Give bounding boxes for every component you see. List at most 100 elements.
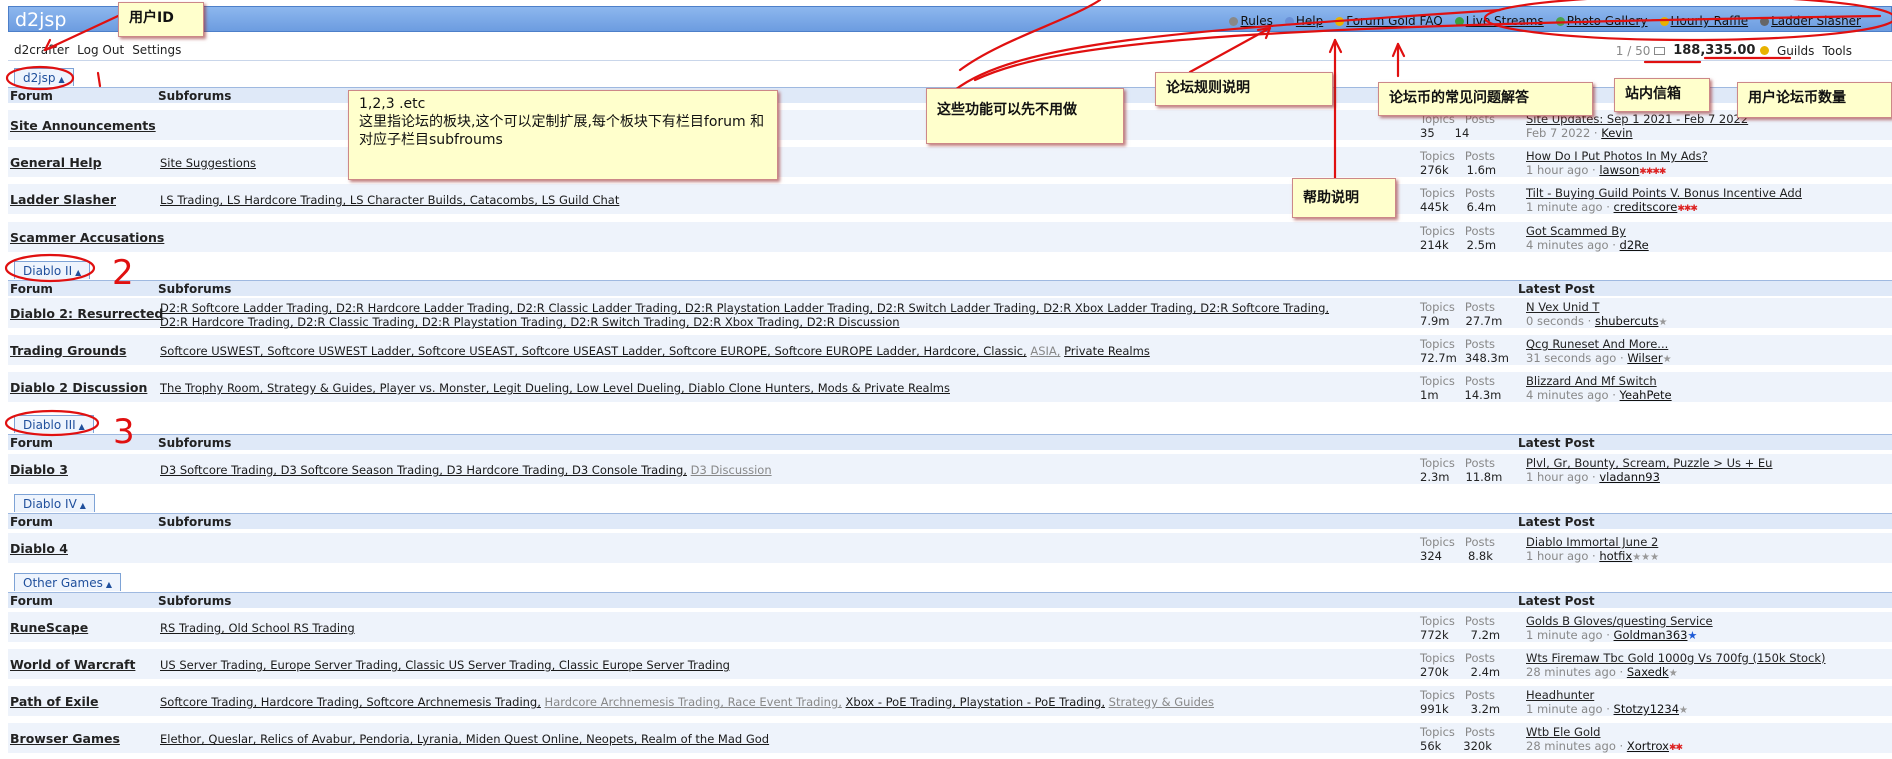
latest-post-user[interactable]: YeahPete	[1620, 388, 1672, 402]
live-streams-link[interactable]: Live Streams	[1454, 14, 1544, 28]
forum-stats: Topics Posts 772k 7.2m	[1420, 614, 1501, 642]
col-forum: Forum	[10, 282, 53, 296]
mail-icon	[1654, 47, 1666, 55]
latest-post-title[interactable]: Wts Firemaw Tbc Gold 1000g Vs 700fg (150…	[1526, 651, 1826, 665]
latest-post: Got Scammed By 4 minutes ago · d2Re	[1526, 224, 1649, 252]
latest-post-user[interactable]: Goldman363	[1614, 628, 1688, 642]
latest-post-user[interactable]: Stotzy1234	[1614, 702, 1679, 716]
latest-post-title[interactable]: Qcg Runeset And More...	[1526, 337, 1672, 351]
latest-post-title[interactable]: Diablo Immortal June 2	[1526, 535, 1659, 549]
rules-link[interactable]: Rules	[1229, 14, 1273, 28]
forum-link[interactable]: World of Warcraft	[10, 657, 135, 672]
star-icon: ★	[1662, 354, 1672, 365]
forum-link[interactable]: Ladder Slasher	[10, 192, 116, 207]
subforum-links[interactable]: Elethor, Queslar, Relics of Avabur, Pend…	[160, 732, 1410, 746]
forum-link[interactable]: Trading Grounds	[10, 343, 126, 358]
latest-post-title[interactable]: Wtb Ele Gold	[1526, 725, 1682, 739]
forum-link[interactable]: General Help	[10, 155, 102, 170]
forum-row: Path of Exile Softcore Trading, Hardcore…	[8, 686, 1892, 717]
subforum-links[interactable]: The Trophy Room, Strategy & Guides, Play…	[160, 381, 1410, 395]
latest-post-user[interactable]: shubercuts	[1595, 314, 1659, 328]
forum-row: RuneScape RS Trading, Old School RS Trad…	[8, 612, 1892, 643]
latest-post: Golds B Gloves/questing Service 1 minute …	[1526, 614, 1713, 642]
forum-link[interactable]: Browser Games	[10, 731, 120, 746]
subforum-links[interactable]: LS Trading, LS Hardcore Trading, LS Char…	[160, 193, 1410, 207]
forum-link[interactable]: Diablo 3	[10, 462, 68, 477]
section-tab-other-games[interactable]: Other Games ▲	[14, 573, 122, 591]
forum-row: Trading Grounds Softcore USWEST, Softcor…	[8, 335, 1892, 366]
latest-post-user[interactable]: vladann93	[1599, 470, 1660, 484]
forum-link[interactable]: Diablo 2 Discussion	[10, 380, 147, 395]
star-icon: ★	[1668, 668, 1678, 679]
username-link[interactable]: d2crafter	[14, 43, 69, 57]
section-tab-diablo-iii[interactable]: Diablo III ▲	[14, 415, 94, 433]
latest-post: N Vex Unid T0 seconds · shubercuts★	[1526, 300, 1668, 328]
note-gold-faq: 论坛币的常见问题解答	[1378, 82, 1593, 116]
latest-post-user[interactable]: Kevin	[1601, 126, 1632, 140]
latest-post-user[interactable]: Xortrox	[1627, 739, 1669, 753]
rules-icon	[1229, 16, 1239, 26]
gold-balance[interactable]: 188,335.00	[1673, 43, 1769, 58]
latest-post-title[interactable]: Got Scammed By	[1526, 224, 1649, 238]
latest-post-title[interactable]: How Do I Put Photos In My Ads?	[1526, 149, 1708, 163]
forum-link[interactable]: Diablo 2: Resurrected	[10, 306, 163, 321]
latest-post-title[interactable]: Tilt - Buying Guild Points V. Bonus Ince…	[1526, 186, 1802, 200]
guilds-link[interactable]: Guilds	[1777, 44, 1814, 58]
logout-link[interactable]: Log Out	[77, 43, 124, 57]
latest-post: Headhunter 1 minute ago · Stotzy1234★	[1526, 688, 1688, 716]
forum-stats: Topics Posts 445k 6.4m	[1420, 186, 1497, 214]
collapse-icon[interactable]: ▲	[58, 75, 64, 84]
latest-post: Diablo Immortal June 21 hour ago · hotfi…	[1526, 535, 1660, 563]
latest-post: Site Updates: Sep 1 2021 - Feb 7 2022 Feb…	[1526, 112, 1749, 140]
forum-row: Ladder Slasher LS Trading, LS Hardcore T…	[8, 184, 1892, 215]
collapse-icon[interactable]: ▲	[75, 268, 81, 277]
forum-stats: Topics Posts 991k 3.2m	[1420, 688, 1501, 716]
subforum-links[interactable]: D2:R Softcore Ladder Trading, D2:R Hardc…	[160, 301, 1410, 329]
user-bar: d2crafter Log Out Settings 1 / 50 188,33…	[8, 39, 1892, 61]
latest-post-user[interactable]: Saxedk	[1627, 665, 1669, 679]
hourly-raffle-link[interactable]: Hourly Raffle	[1659, 14, 1748, 28]
section-tab-d2jsp[interactable]: d2jsp ▲	[14, 68, 74, 86]
latest-post: Blizzard And Mf Switch 4 minutes ago · Ye…	[1526, 374, 1672, 402]
subforum-links[interactable]: Softcore Trading, Hardcore Trading, Soft…	[160, 695, 1410, 709]
latest-post-title[interactable]: Blizzard And Mf Switch	[1526, 374, 1672, 388]
collapse-icon[interactable]: ▲	[80, 501, 86, 510]
pm-inbox-link[interactable]: 1 / 50	[1616, 44, 1666, 58]
col-subforums: Subforums	[158, 515, 232, 529]
forum-gold-faq-link[interactable]: Forum Gold FAQ	[1335, 14, 1443, 28]
latest-post-user[interactable]: Wilser	[1627, 351, 1662, 365]
subforum-links[interactable]: Softcore USWEST, Softcore USWEST Ladder,…	[160, 344, 1410, 358]
photo-gallery-link[interactable]: Photo Gallery	[1555, 14, 1648, 28]
latest-post-title[interactable]: Plvl, Gr, Bounty, Scream, Puzzle > Us + …	[1526, 456, 1772, 470]
section-tab-diablo-iv[interactable]: Diablo IV ▲	[14, 494, 95, 512]
subforum-links[interactable]: US Server Trading, Europe Server Trading…	[160, 658, 1410, 672]
star-icon: ★	[1658, 317, 1668, 328]
forum-link[interactable]: Path of Exile	[10, 694, 99, 709]
latest-post-title[interactable]: Golds B Gloves/questing Service	[1526, 614, 1713, 628]
latest-post-title[interactable]: N Vex Unid T	[1526, 300, 1667, 314]
forum-link[interactable]: Site Announcements	[10, 118, 156, 133]
forum-link[interactable]: RuneScape	[10, 620, 88, 635]
section-header: Forum Subforums Latest Post	[8, 592, 1892, 608]
latest-post-user[interactable]: d2Re	[1620, 238, 1649, 252]
latest-post-user[interactable]: hotfix	[1599, 549, 1632, 563]
site-logo[interactable]: d2jsp	[15, 9, 66, 31]
latest-post-user[interactable]: creditscore	[1614, 200, 1678, 214]
subforum-links[interactable]: RS Trading, Old School RS Trading	[160, 621, 1410, 635]
forum-link[interactable]: Diablo 4	[10, 541, 68, 556]
col-forum: Forum	[10, 515, 53, 529]
col-latest-post: Latest Post	[1518, 515, 1595, 529]
help-link[interactable]: Help	[1284, 14, 1323, 28]
ladder-slasher-link[interactable]: Ladder Slasher	[1760, 14, 1861, 28]
collapse-icon[interactable]: ▲	[79, 422, 85, 431]
settings-link[interactable]: Settings	[132, 43, 181, 57]
collapse-icon[interactable]: ▲	[106, 580, 112, 589]
forum-link[interactable]: Scammer Accusations	[10, 230, 164, 245]
col-latest-post: Latest Post	[1518, 282, 1595, 296]
section-tab-diablo-ii[interactable]: Diablo II ▲	[14, 261, 91, 279]
tools-link[interactable]: Tools	[1822, 44, 1852, 58]
subforum-links[interactable]: D3 Softcore Trading, D3 Softcore Season …	[160, 463, 1410, 477]
latest-post-title[interactable]: Headhunter	[1526, 688, 1688, 702]
latest-post-user[interactable]: lawson	[1599, 163, 1639, 177]
latest-post: Tilt - Buying Guild Points V. Bonus Ince…	[1526, 186, 1802, 214]
